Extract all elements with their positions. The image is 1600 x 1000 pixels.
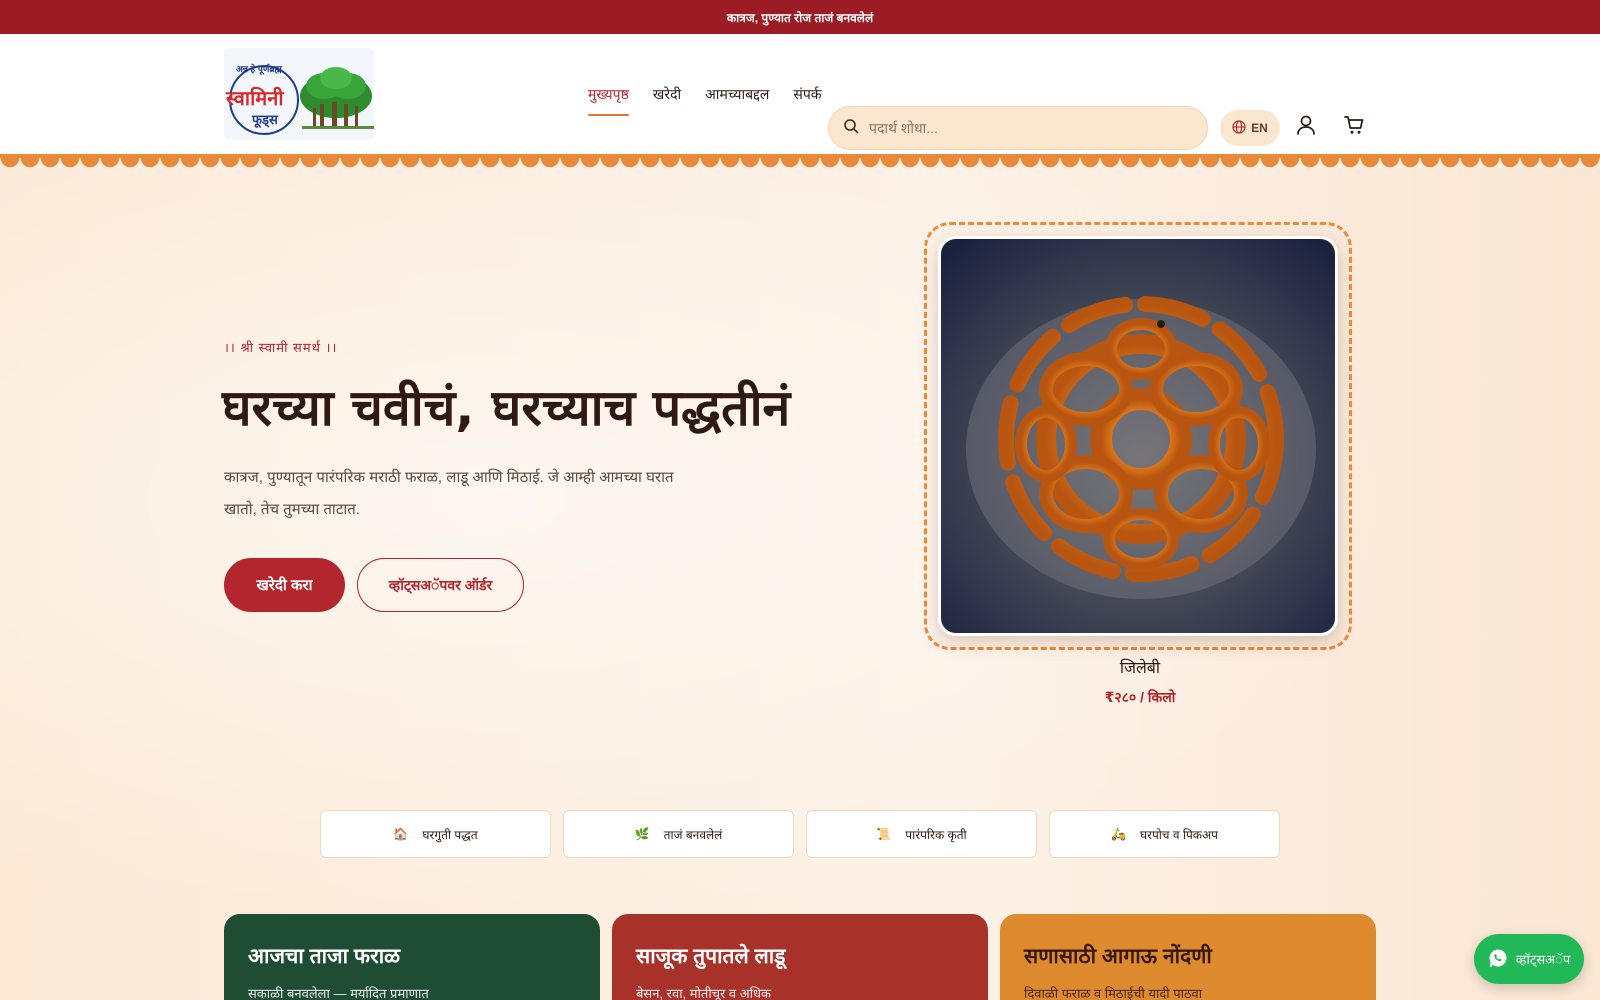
hero-eyebrow: ।। श्री स्वामी समर्थ ।। (224, 340, 338, 355)
feature-fresh: 🌿 ताजं बनवलेलं (563, 810, 794, 858)
jalebi-image (941, 239, 1335, 633)
card-title: साजूक तुपातले लाडू (636, 945, 786, 968)
announcement-text: कात्रज, पुण्यात रोज ताजं बनवलेलं (726, 10, 874, 25)
feature-strip: 🏠 घरगुती पद्धत 🌿 ताजं बनवलेलं 📜 पारंपरिक… (320, 810, 1280, 858)
promo-card-festival-preorder[interactable]: सणासाठी आगाऊ नोंदणी दिवाळी फराळ व मिठाईच… (1000, 914, 1376, 1000)
cart-button[interactable] (1341, 114, 1367, 140)
scooter-icon: 🛵 (1111, 827, 1126, 841)
account-button[interactable] (1293, 114, 1319, 140)
hero-headline: घरच्या चवीचं, घरच्याच पद्धतीनं (222, 379, 791, 437)
search-icon (843, 118, 859, 139)
whatsapp-floating-button[interactable]: व्हॉट्सअॅप (1474, 934, 1584, 984)
announcement-bar: कात्रज, पुण्यात रोज ताजं बनवलेलं (0, 0, 1600, 34)
site-header: अन्न हे पूर्णब्रह्म स्वामिनी फूड्स मुख्य… (0, 34, 1600, 154)
feature-label: पारंपरिक कृती (905, 827, 967, 842)
featured-product-image[interactable] (938, 236, 1338, 636)
main-nav: मुख्यपृष्ठ खरेदी आमच्याबद्दल संपर्क (588, 34, 822, 154)
feature-label: ताजं बनवलेलं (663, 827, 723, 842)
nav-item-home[interactable]: मुख्यपृष्ठ (588, 79, 629, 116)
whatsapp-icon (1488, 948, 1508, 971)
nav-item-shop[interactable]: खरेदी (653, 79, 681, 110)
user-icon (1295, 114, 1317, 141)
shop-now-button[interactable]: खरेदी करा (224, 558, 345, 612)
card-title: सणासाठी आगाऊ नोंदणी (1024, 945, 1212, 968)
language-toggle-button[interactable]: EN (1220, 110, 1280, 146)
search-input[interactable] (869, 120, 1169, 136)
house-icon: 🏠 (393, 827, 409, 841)
scroll-icon: 📜 (876, 827, 892, 841)
globe-icon (1232, 119, 1246, 137)
brand-logo[interactable]: अन्न हे पूर्णब्रह्म स्वामिनी फूड्स (224, 48, 374, 140)
card-subtitle: सकाळी बनवलेला — मर्यादित प्रमाणात (248, 986, 429, 1000)
whatsapp-label: व्हॉट्सअॅप (1515, 952, 1571, 967)
language-label: EN (1251, 121, 1268, 135)
feature-label: घरपोच व पिकअप (1139, 827, 1218, 842)
logo-brand-sub: फूड्स (252, 112, 278, 127)
nav-item-about[interactable]: आमच्याबद्दल (705, 79, 769, 110)
featured-product-price: ₹२८० / किलो (1104, 689, 1176, 705)
promo-cards: आजचा ताजा फराळ सकाळी बनवलेला — मर्यादित … (224, 914, 1376, 1000)
feature-delivery: 🛵 घरपोच व पिकअप (1049, 810, 1280, 858)
feature-label: घरगुती पद्धत (422, 827, 478, 842)
whatsapp-order-button[interactable]: व्हॉट्सअॅपवर ऑर्डर (357, 558, 524, 612)
hero-subtext: कात्रज, पुण्यातून पारंपरिक मराठी फराळ, ल… (224, 469, 674, 518)
leaf-icon: 🌿 (634, 827, 650, 841)
card-title: आजचा ताजा फराळ (248, 945, 401, 968)
promo-card-ladoo[interactable]: साजूक तुपातले लाडू बेसन, रवा, मोतीचूर व … (612, 914, 988, 1000)
feature-traditional: 📜 पारंपरिक कृती (806, 810, 1037, 858)
featured-product-name: जिलेबी (1119, 660, 1161, 677)
logo-tagline: अन्न हे पूर्णब्रह्म (236, 64, 282, 74)
feature-homemade: 🏠 घरगुती पद्धत (320, 810, 551, 858)
logo-brand-name: स्वामिनी (226, 88, 284, 110)
nav-item-contact[interactable]: संपर्क (793, 79, 821, 110)
cart-icon (1343, 114, 1365, 141)
card-subtitle: दिवाळी फराळ व मिठाईची यादी पाठवा (1024, 986, 1203, 1000)
search-bar (828, 106, 1208, 150)
decorative-border (0, 154, 1600, 168)
promo-card-fresh-faral[interactable]: आजचा ताजा फराळ सकाळी बनवलेला — मर्यादित … (224, 914, 600, 1000)
card-subtitle: बेसन, रवा, मोतीचूर व अधिक (636, 986, 772, 1000)
